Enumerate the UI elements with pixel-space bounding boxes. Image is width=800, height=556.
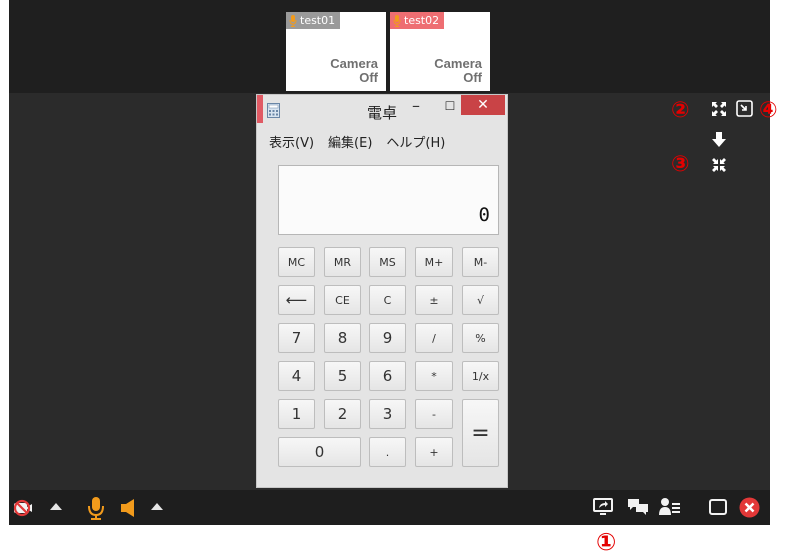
audio-options-caret[interactable]: [151, 503, 163, 510]
key-4[interactable]: 4: [278, 361, 315, 391]
key-ms[interactable]: MS: [369, 247, 406, 277]
leave-meeting-icon[interactable]: [739, 497, 760, 518]
calculator-window[interactable]: 電卓 – ☐ ✕ 表示(V) 編集(E) ヘルプ(H) 0 MC MR MS M…: [256, 94, 508, 488]
annotation-4: ④: [759, 98, 778, 123]
key-m-minus[interactable]: M-: [462, 247, 499, 277]
camera-off-label: Camera Off: [330, 56, 378, 85]
key-ce[interactable]: CE: [324, 285, 361, 315]
maximize-button[interactable]: ☐: [439, 98, 461, 116]
key-mc[interactable]: MC: [278, 247, 315, 277]
participant-name: test01: [300, 14, 336, 27]
key-7[interactable]: 7: [278, 323, 315, 353]
key-3[interactable]: 3: [369, 399, 406, 429]
display-value: 0: [478, 204, 490, 226]
participant-tile-test02[interactable]: test02 Camera Off: [390, 12, 490, 91]
participant-tile-test01[interactable]: test01 Camera Off: [286, 12, 386, 91]
key-reciprocal[interactable]: 1/x: [462, 361, 499, 391]
participant-name-badge: test01: [286, 12, 341, 29]
key-6[interactable]: 6: [369, 361, 406, 391]
menu-view[interactable]: 表示(V): [269, 132, 314, 151]
key-subtract[interactable]: -: [415, 399, 453, 429]
key-backspace[interactable]: ⟵: [278, 285, 315, 315]
key-plus-minus[interactable]: ±: [415, 285, 453, 315]
participants-list-icon[interactable]: [659, 497, 681, 517]
chat-icon[interactable]: [627, 497, 649, 517]
mic-icon: [393, 14, 401, 27]
menu-bar: 表示(V) 編集(E) ヘルプ(H): [269, 132, 445, 151]
window-mode-icon[interactable]: [709, 499, 727, 515]
key-0[interactable]: 0: [278, 437, 361, 467]
key-5[interactable]: 5: [324, 361, 361, 391]
menu-help[interactable]: ヘルプ(H): [386, 132, 445, 151]
key-sqrt[interactable]: √: [462, 285, 499, 315]
participant-name: test02: [404, 14, 440, 27]
key-decimal[interactable]: .: [369, 437, 406, 467]
microphone-icon[interactable]: [87, 496, 105, 520]
window-close-button[interactable]: ✕: [461, 95, 505, 115]
arrow-down-icon: [712, 132, 726, 147]
popout-window-icon[interactable]: [736, 100, 753, 117]
minimize-button[interactable]: –: [405, 98, 427, 116]
calculator-display: 0: [278, 165, 499, 235]
key-1[interactable]: 1: [278, 399, 315, 429]
mic-icon: [289, 14, 297, 27]
key-equals[interactable]: =: [462, 399, 499, 467]
key-divide[interactable]: /: [415, 323, 453, 353]
participant-name-badge: test02: [390, 12, 445, 29]
fullscreen-icon[interactable]: [711, 101, 727, 117]
camera-off-icon[interactable]: [13, 498, 33, 518]
key-2[interactable]: 2: [324, 399, 361, 429]
key-percent[interactable]: %: [462, 323, 499, 353]
key-8[interactable]: 8: [324, 323, 361, 353]
key-c[interactable]: C: [369, 285, 406, 315]
annotation-1: ①: [596, 528, 617, 556]
key-mr[interactable]: MR: [324, 247, 361, 277]
key-multiply[interactable]: *: [415, 361, 453, 391]
camera-options-caret[interactable]: [50, 503, 62, 510]
screen-share-icon[interactable]: [593, 497, 613, 517]
key-add[interactable]: +: [415, 437, 453, 467]
key-9[interactable]: 9: [369, 323, 406, 353]
exit-fullscreen-icon[interactable]: [711, 157, 727, 173]
menu-edit[interactable]: 編集(E): [328, 132, 372, 151]
speaker-icon[interactable]: [120, 499, 140, 517]
annotation-3: ③: [671, 152, 690, 177]
camera-off-label: Camera Off: [434, 56, 482, 85]
key-m-plus[interactable]: M+: [415, 247, 453, 277]
annotation-2: ②: [671, 98, 690, 123]
